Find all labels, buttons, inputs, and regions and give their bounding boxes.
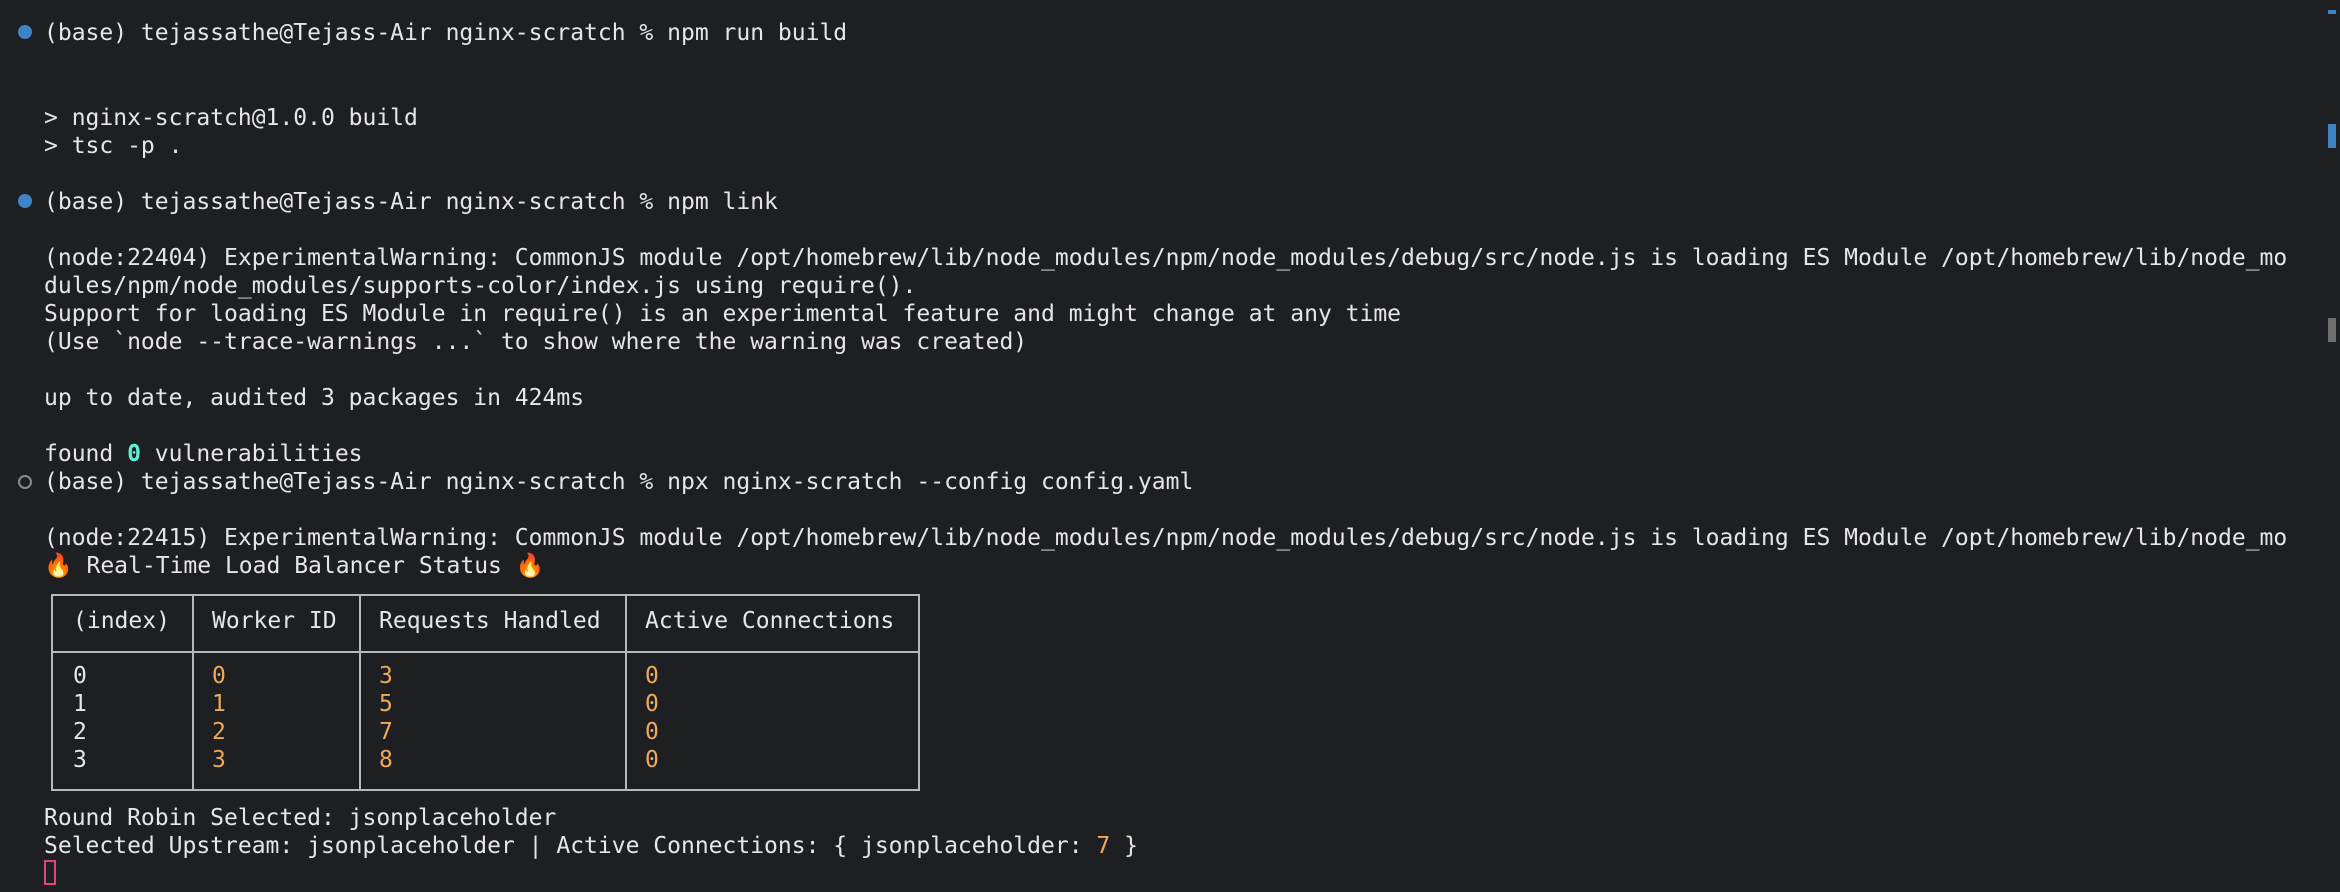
table-cell-active-connections: 0 bbox=[645, 719, 659, 745]
warning-line: (node:22415) ExperimentalWarning: Common… bbox=[44, 525, 2288, 551]
upstream-prefix: Selected Upstream: jsonplaceholder | Act… bbox=[44, 833, 1097, 859]
output-line: Round Robin Selected: jsonplaceholder bbox=[44, 805, 557, 831]
upstream-line: Selected Upstream: jsonplaceholder | Act… bbox=[44, 832, 1138, 860]
table-header-worker-id: Worker ID bbox=[212, 608, 337, 634]
table-cell-index: 1 bbox=[73, 691, 87, 717]
command-status-marker bbox=[18, 25, 32, 39]
table-cell-worker-id: 1 bbox=[212, 691, 226, 717]
prompt-line: (base) tejassathe@Tejass-Air nginx-scrat… bbox=[44, 20, 848, 46]
prompt-line: (base) tejassathe@Tejass-Air nginx-scrat… bbox=[44, 469, 1194, 495]
table-column-divider bbox=[359, 596, 361, 789]
warning-line: (Use `node --trace-warnings ...` to show… bbox=[44, 329, 1028, 355]
command-running-marker bbox=[18, 475, 32, 489]
scroll-marker bbox=[2328, 10, 2336, 14]
output-line: up to date, audited 3 packages in 424ms bbox=[44, 385, 585, 411]
table-cell-active-connections: 0 bbox=[645, 663, 659, 689]
vulnerability-count: 0 bbox=[127, 441, 141, 467]
table-header-divider bbox=[53, 651, 918, 653]
warning-line: Support for loading ES Module in require… bbox=[44, 301, 1402, 327]
found-prefix: found bbox=[44, 441, 128, 467]
table-cell-active-connections: 0 bbox=[645, 691, 659, 717]
scrollbar[interactable] bbox=[2318, 0, 2340, 892]
table-cell-worker-id: 2 bbox=[212, 719, 226, 745]
table-cell-index: 0 bbox=[73, 663, 87, 689]
command-status-marker bbox=[18, 194, 32, 208]
table-column-divider bbox=[192, 596, 194, 789]
upstream-suffix: } bbox=[1110, 833, 1138, 859]
table-cell-index: 3 bbox=[73, 747, 87, 773]
table-header-index: (index) bbox=[73, 608, 170, 634]
vulnerabilities-line: found 0 vulnerabilities bbox=[44, 440, 363, 468]
warning-line: (node:22404) ExperimentalWarning: Common… bbox=[44, 245, 2288, 271]
upstream-connection-count: 7 bbox=[1096, 833, 1111, 859]
table-cell-worker-id: 3 bbox=[212, 747, 226, 773]
output-line: > nginx-scratch@1.0.0 build bbox=[44, 105, 418, 131]
status-title: 🔥 Real-Time Load Balancer Status 🔥 bbox=[44, 553, 545, 579]
table-cell-requests-handled: 5 bbox=[379, 691, 393, 717]
table-header-requests-handled: Requests Handled bbox=[379, 608, 601, 634]
found-suffix: vulnerabilities bbox=[140, 441, 363, 467]
prompt-line: (base) tejassathe@Tejass-Air nginx-scrat… bbox=[44, 189, 778, 215]
terminal-window[interactable]: (base) tejassathe@Tejass-Air nginx-scrat… bbox=[0, 0, 2340, 892]
scroll-marker bbox=[2328, 124, 2336, 148]
table-cell-requests-handled: 7 bbox=[379, 719, 393, 745]
scroll-thumb[interactable] bbox=[2328, 318, 2336, 342]
status-table: (index) Worker ID Requests Handled Activ… bbox=[51, 594, 920, 791]
table-cell-requests-handled: 8 bbox=[379, 747, 393, 773]
terminal-cursor bbox=[44, 860, 56, 885]
table-cell-requests-handled: 3 bbox=[379, 663, 393, 689]
output-line: > tsc -p . bbox=[44, 133, 183, 159]
table-column-divider bbox=[625, 596, 627, 789]
table-cell-index: 2 bbox=[73, 719, 87, 745]
table-header-active-connections: Active Connections bbox=[645, 608, 895, 634]
warning-line: dules/npm/node_modules/supports-color/in… bbox=[44, 273, 917, 299]
table-cell-active-connections: 0 bbox=[645, 747, 659, 773]
table-cell-worker-id: 0 bbox=[212, 663, 226, 689]
